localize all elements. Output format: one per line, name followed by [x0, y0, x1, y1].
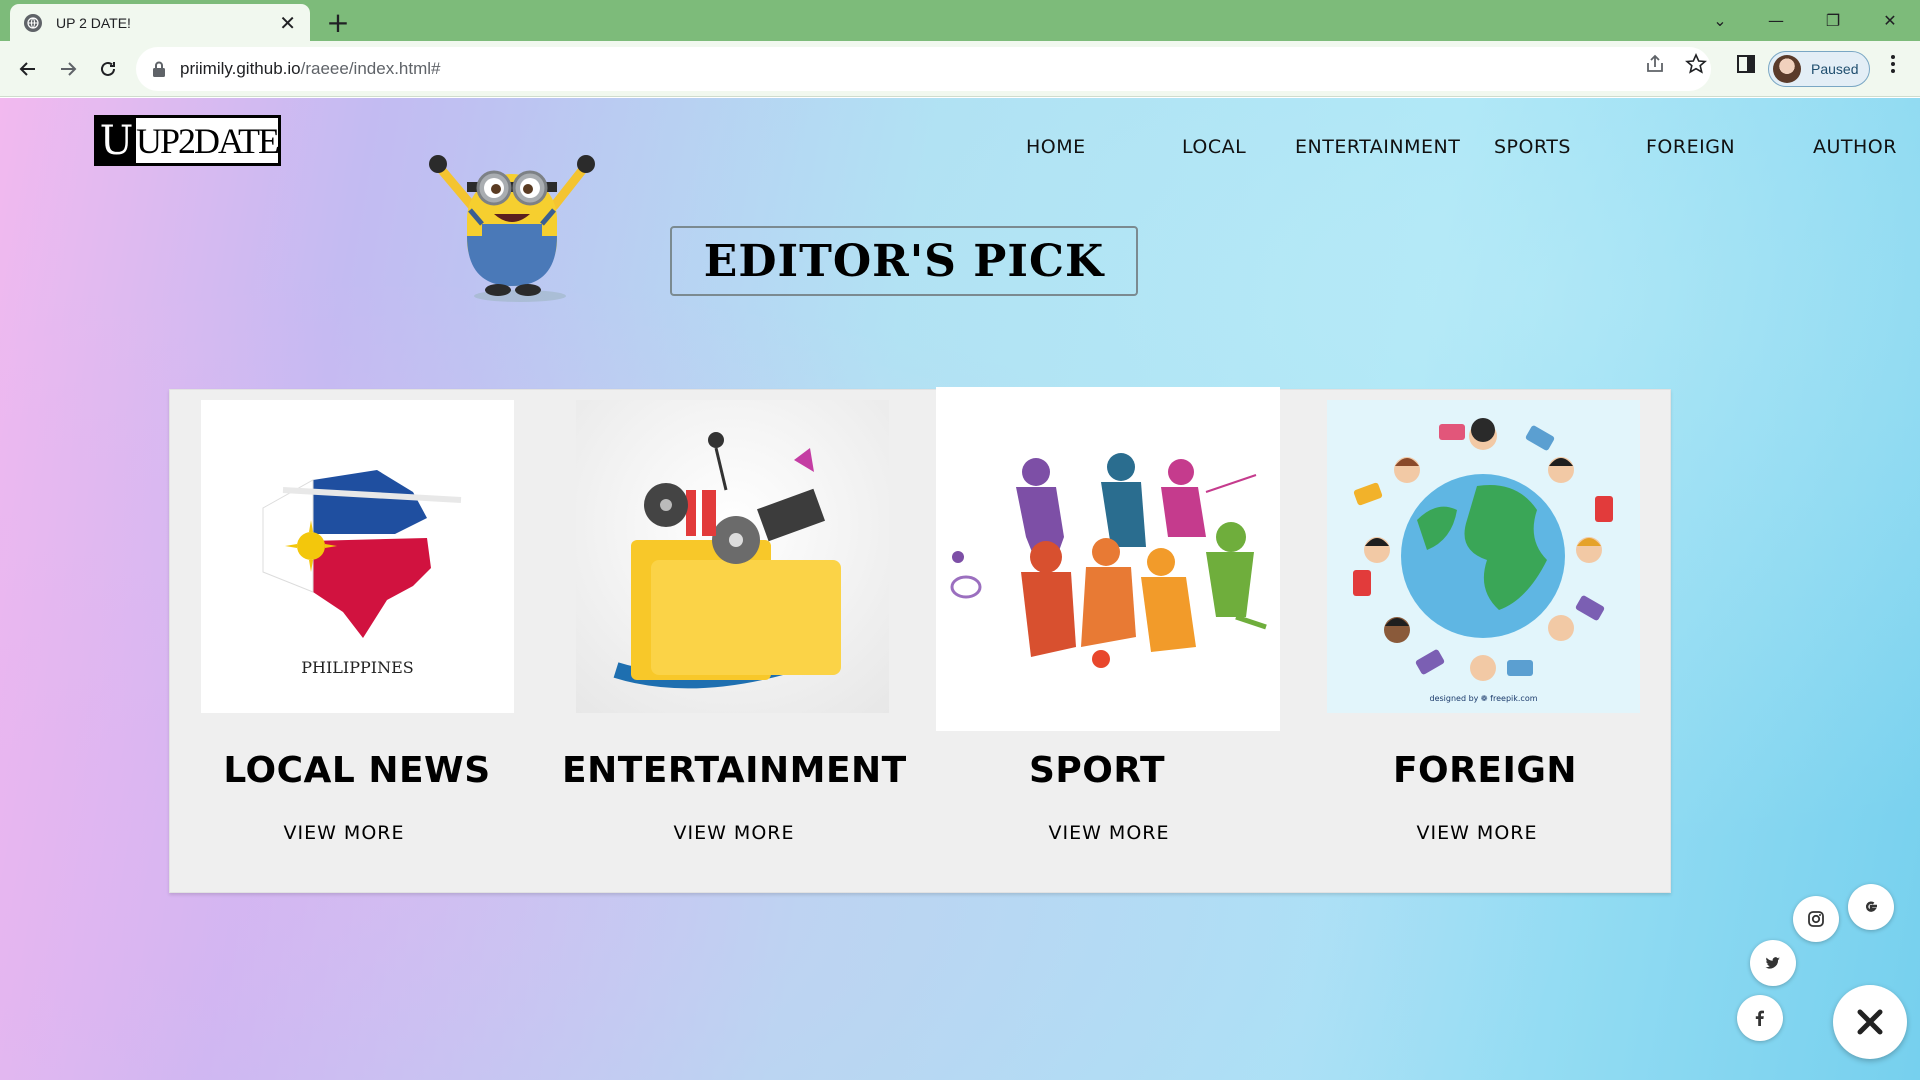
close-window-button[interactable]: ✕ [1862, 0, 1918, 41]
card-image-local[interactable]: PHILIPPINES [201, 400, 514, 713]
facebook-button[interactable] [1737, 995, 1783, 1041]
card-image-sport[interactable] [936, 387, 1280, 731]
profile-chip[interactable]: Paused [1768, 51, 1870, 87]
entertainment-folder-image [613, 432, 841, 689]
world-globe-image [1353, 418, 1613, 681]
card-title-sport: SPORT [1028, 750, 1166, 791]
forward-arrow-icon [61, 62, 77, 76]
twitter-icon [1765, 957, 1780, 969]
philippines-caption: PHILIPPINES [301, 658, 414, 677]
browser-tab-bar: UP 2 DATE! ✕ + ⌄ — ❐ ✕ [0, 0, 1920, 41]
facebook-icon [1755, 1010, 1764, 1026]
minimize-button[interactable]: — [1748, 0, 1804, 41]
share-icon[interactable] [1644, 53, 1666, 75]
twitter-button[interactable] [1750, 940, 1796, 986]
profile-status: Paused [1811, 61, 1859, 77]
nav-entertainment[interactable]: ENTERTAINMENT [1295, 136, 1460, 158]
tab-title: UP 2 DATE! [56, 14, 131, 31]
view-more-sport-link[interactable]: VIEW MORE [1009, 822, 1209, 844]
new-tab-button[interactable]: + [320, 4, 356, 40]
editors-pick-title: EDITOR'S PICK [703, 235, 1105, 287]
nav-local[interactable]: LOCAL [1182, 136, 1246, 158]
social-menu-close-button[interactable] [1833, 985, 1907, 1059]
card-title-entertainment: ENTERTAINMENT [562, 750, 907, 791]
lock-icon [153, 61, 165, 77]
sports-silhouettes-image [950, 453, 1267, 668]
back-arrow-icon [19, 62, 35, 76]
card-image-foreign[interactable]: designed by ❁ freepik.com [1327, 400, 1640, 713]
tab-close-icon[interactable]: ✕ [279, 13, 296, 33]
minion-illustration [429, 155, 595, 302]
logo-letter: U [99, 117, 134, 164]
nav-foreign[interactable]: FOREIGN [1646, 136, 1735, 158]
bookmark-star-icon[interactable] [1685, 53, 1707, 75]
google-button[interactable] [1848, 884, 1894, 930]
url-text: priimily.github.io/raeee/index.html# [180, 59, 441, 78]
globe-icon [24, 13, 42, 32]
tab-search-button[interactable]: ⌄ [1692, 0, 1748, 41]
more-menu-icon[interactable] [1882, 53, 1904, 75]
category-cards-panel: PHILIPPINES LOCAL NEWS VIEW MORE ENTERTA… [169, 387, 1671, 893]
instagram-button[interactable] [1793, 896, 1839, 942]
back-button[interactable] [10, 51, 46, 87]
nav-author[interactable]: AUTHOR [1813, 136, 1897, 158]
forward-button[interactable] [50, 51, 86, 87]
google-icon [1865, 901, 1877, 912]
view-more-local-link[interactable]: VIEW MORE [244, 822, 444, 844]
view-more-foreign-link[interactable]: VIEW MORE [1377, 822, 1577, 844]
site-logo[interactable]: U UP2DATE [94, 115, 281, 166]
freepik-credit: designed by ❁ freepik.com [1429, 694, 1538, 703]
close-icon [1857, 1009, 1883, 1035]
reload-icon [101, 61, 115, 76]
avatar [1773, 55, 1801, 83]
restore-button[interactable]: ❐ [1805, 0, 1861, 41]
address-bar[interactable]: priimily.github.io/raeee/index.html# [136, 47, 1711, 91]
card-image-entertainment[interactable] [576, 400, 889, 713]
view-more-entertainment-link[interactable]: VIEW MORE [634, 822, 834, 844]
editors-pick-banner: EDITOR'S PICK [670, 226, 1138, 296]
instagram-icon [1808, 911, 1824, 927]
card-title-local: LOCAL NEWS [223, 750, 491, 791]
nav-sports[interactable]: SPORTS [1494, 136, 1571, 158]
browser-tab[interactable]: UP 2 DATE! ✕ [10, 4, 310, 41]
browser-toolbar: priimily.github.io/raeee/index.html# Pau… [0, 41, 1920, 97]
side-panel-icon[interactable] [1735, 53, 1757, 75]
nav-home[interactable]: HOME [1026, 136, 1086, 158]
web-page: U UP2DATE HOME LOCAL ENTERTAINMENT SPORT… [0, 98, 1920, 1080]
reload-button[interactable] [90, 51, 126, 87]
card-title-foreign: FOREIGN [1392, 750, 1578, 791]
logo-text: UP2DATE [135, 118, 280, 163]
